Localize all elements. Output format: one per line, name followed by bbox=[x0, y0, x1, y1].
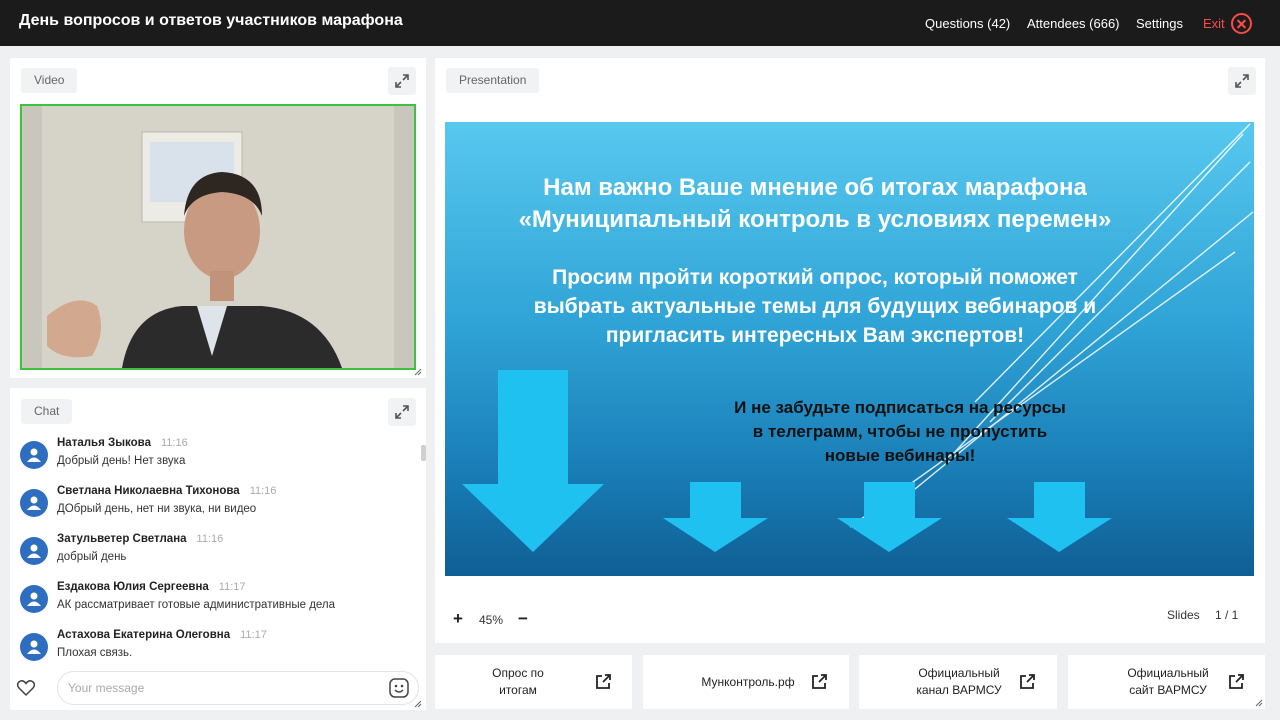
link-label-line: канал ВАРМСУ bbox=[916, 683, 1002, 697]
user-icon bbox=[27, 496, 41, 510]
chat-message-author: Астахова Екатерина Олеговна bbox=[57, 629, 231, 641]
slide-subtitle: Просим пройти короткий опрос, который по… bbox=[445, 263, 1185, 350]
speaker-video-image bbox=[22, 106, 414, 368]
chat-message-author: Наталья Зыкова bbox=[57, 437, 151, 449]
slide-title: Нам важно Ваше мнение об итогах марафона… bbox=[445, 172, 1185, 236]
video-panel-label: Video bbox=[21, 68, 78, 93]
user-icon bbox=[27, 640, 41, 654]
link-label-line: Мунконтроль.рф bbox=[701, 675, 795, 689]
chat-message-time: 11:16 bbox=[160, 437, 188, 449]
link-varmsu-site-button[interactable]: Официальный сайт ВАРМСУ bbox=[1068, 655, 1265, 709]
slide-subtitle-line: выбрать актуальные темы для будущих веби… bbox=[533, 295, 1097, 318]
chat-message-author: Затульветер Светлана bbox=[57, 533, 187, 545]
links-resize-handle[interactable] bbox=[1255, 699, 1263, 707]
chat-message-time: 11:16 bbox=[196, 533, 224, 545]
avatar[interactable] bbox=[20, 441, 48, 469]
zoom-in-button[interactable]: + bbox=[453, 609, 463, 629]
chat-message: Ездакова Юлия Сергеевна 11:17 АК рассматр… bbox=[20, 581, 410, 623]
chat-message: Светлана Николаевна Тихонова 11:16 ДОбрый… bbox=[20, 485, 410, 527]
video-resize-handle[interactable] bbox=[414, 368, 422, 376]
chat-message-author: Светлана Николаевна Тихонова bbox=[57, 485, 240, 497]
slide-title-line: Нам важно Ваше мнение об итогах марафона bbox=[543, 174, 1087, 201]
message-input[interactable] bbox=[57, 671, 419, 705]
expand-presentation-icon[interactable] bbox=[1228, 67, 1256, 95]
chat-message: Наталья Зыкова 11:16 Добрый день! Нет зву… bbox=[20, 437, 410, 479]
slides-count: 1 / 1 bbox=[1215, 608, 1239, 622]
chat-message-text: ДОбрый день, нет ни звука, ни видео bbox=[57, 503, 257, 515]
chat-message-time: 11:16 bbox=[249, 485, 277, 497]
link-varmsu-channel-button[interactable]: Официальный канал ВАРМСУ bbox=[859, 655, 1057, 709]
link-munkontrol-button[interactable]: Мунконтроль.рф bbox=[643, 655, 849, 709]
link-label-line: Официальный bbox=[1127, 666, 1209, 680]
chat-resize-handle[interactable] bbox=[414, 700, 422, 708]
chat-message: Астахова Екатерина Олеговна 11:17 Плохая … bbox=[20, 629, 410, 671]
chat-message-text: Добрый день! Нет звука bbox=[57, 455, 186, 467]
slide-note-line: в телеграмм, чтобы не пропустить bbox=[752, 422, 1048, 441]
emoji-icon[interactable] bbox=[389, 678, 409, 698]
user-icon bbox=[27, 544, 41, 558]
chat-message: Затульветер Светлана 11:16 добрый день bbox=[20, 533, 410, 575]
user-icon bbox=[27, 448, 41, 462]
top-bar: День вопросов и ответов участников мараф… bbox=[0, 0, 1280, 46]
external-link-icon bbox=[1020, 674, 1035, 689]
chat-message-text: Плохая связь. bbox=[57, 647, 133, 659]
slide-subtitle-line: Просим пройти короткий опрос, который по… bbox=[552, 266, 1078, 289]
avatar[interactable] bbox=[20, 585, 48, 613]
expand-video-icon[interactable] bbox=[388, 67, 416, 95]
close-circle-icon[interactable] bbox=[1231, 13, 1252, 34]
link-label-line: итогам bbox=[499, 683, 537, 697]
slides-label: Slides bbox=[1167, 608, 1200, 622]
link-label-line: сайт ВАРМСУ bbox=[1129, 683, 1207, 697]
avatar[interactable] bbox=[20, 633, 48, 661]
link-survey-button[interactable]: Опрос по итогам bbox=[435, 655, 632, 709]
nav-attendees[interactable]: Attendees (666) bbox=[1027, 16, 1120, 31]
nav-exit[interactable]: Exit bbox=[1203, 16, 1225, 31]
chat-message-text: добрый день bbox=[57, 551, 127, 563]
external-link-icon bbox=[1229, 674, 1244, 689]
chat-panel-label: Chat bbox=[21, 399, 73, 424]
chat-message-time: 11:17 bbox=[218, 581, 246, 593]
heart-icon[interactable] bbox=[16, 678, 36, 698]
avatar[interactable] bbox=[20, 489, 48, 517]
presentation-slide: Нам важно Ваше мнение об итогах марафона… bbox=[445, 122, 1254, 576]
zoom-level: 45% bbox=[479, 613, 504, 627]
presentation-panel-label: Presentation bbox=[446, 68, 540, 93]
slide-note-line: И не забудьте подписаться на ресурсы bbox=[734, 398, 1066, 417]
slide-subtitle-line: пригласить интересных Вам экспертов! bbox=[605, 324, 1025, 347]
slide-title-line: «Муниципальный контроль в условиях перем… bbox=[518, 206, 1112, 233]
external-link-icon bbox=[596, 674, 611, 689]
link-label-line: Опрос по bbox=[492, 666, 544, 680]
nav-settings[interactable]: Settings bbox=[1136, 16, 1183, 31]
expand-chat-icon[interactable] bbox=[388, 398, 416, 426]
slide-note-line: новые вебинары! bbox=[824, 446, 976, 465]
chat-message-author: Ездакова Юлия Сергеевна bbox=[57, 581, 209, 593]
user-icon bbox=[27, 592, 41, 606]
chat-message-time: 11:17 bbox=[240, 629, 267, 641]
chat-scrollbar[interactable] bbox=[421, 445, 426, 461]
slide-note: И не забудьте подписаться на ресурсы в т… bbox=[655, 396, 1145, 468]
link-label-line: Официальный bbox=[918, 666, 1000, 680]
chat-message-text: АК рассматривает готовые административны… bbox=[57, 599, 336, 611]
nav-questions[interactable]: Questions (42) bbox=[925, 16, 1010, 31]
zoom-out-button[interactable]: − bbox=[518, 609, 528, 629]
app-title: День вопросов и ответов участников мараф… bbox=[19, 12, 403, 29]
avatar[interactable] bbox=[20, 537, 48, 565]
external-link-icon bbox=[812, 674, 827, 689]
video-stream[interactable] bbox=[20, 104, 416, 370]
